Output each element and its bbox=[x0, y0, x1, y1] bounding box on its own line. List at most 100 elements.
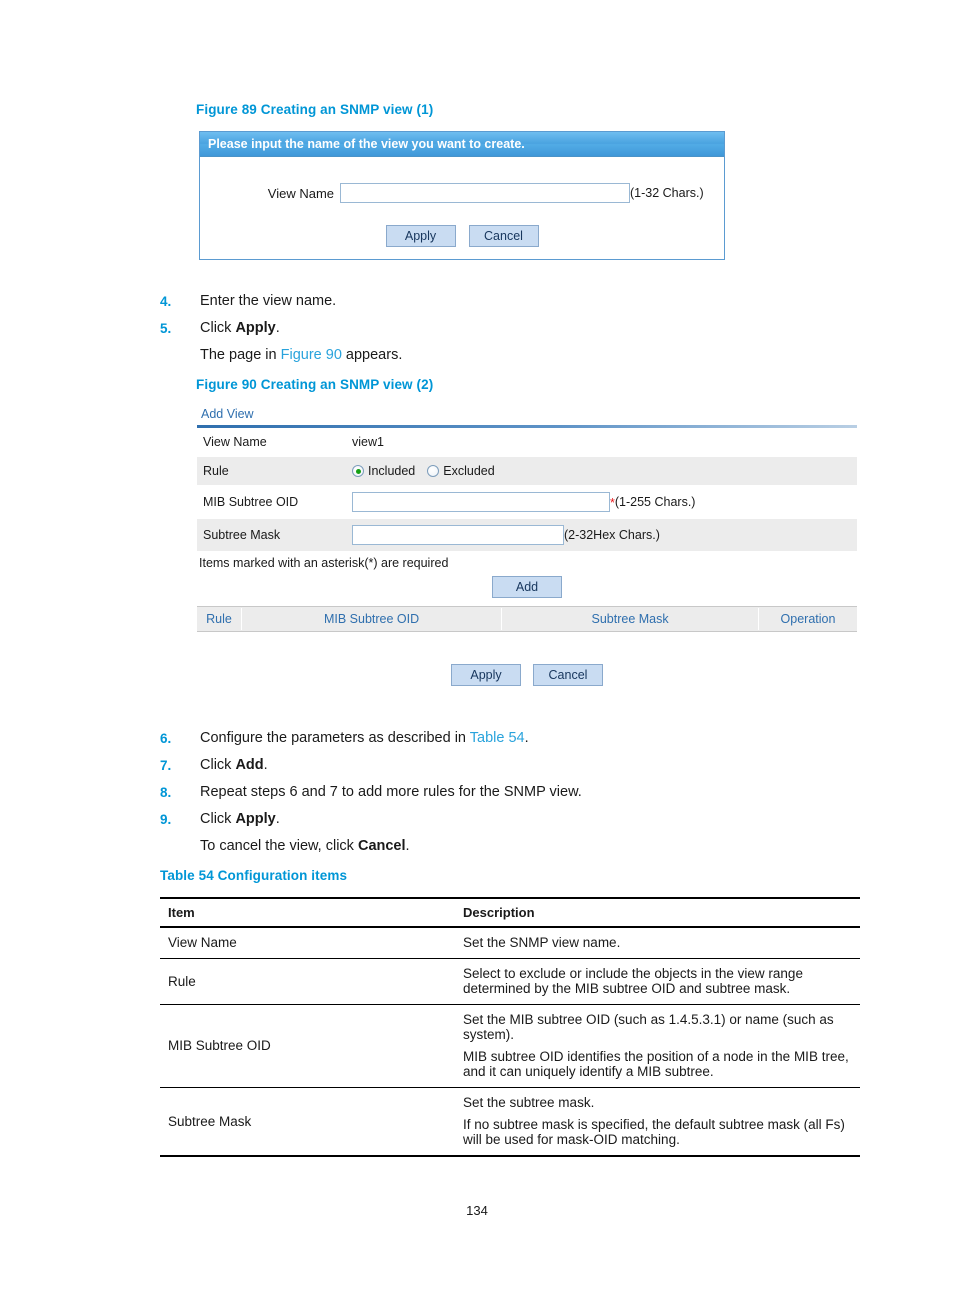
view-name-label: View Name bbox=[267, 185, 334, 201]
dialog-button-bar: Apply Cancel bbox=[200, 225, 724, 247]
panel-apply-button[interactable]: Apply bbox=[451, 664, 521, 686]
form-row-view-name: View Name view1 bbox=[197, 428, 857, 457]
rule-option-included[interactable]: Included bbox=[352, 464, 415, 478]
step-5-text: Click Apply. bbox=[200, 320, 280, 336]
cancel-button[interactable]: Cancel bbox=[468, 225, 539, 247]
column-header-rule[interactable]: Rule bbox=[197, 608, 242, 630]
row-description-mib-subtree-oid: Set the MIB subtree OID (such as 1.4.5.3… bbox=[455, 1005, 860, 1088]
snmp-view-create-dialog: Please input the name of the view you wa… bbox=[199, 131, 725, 260]
configuration-items-table: Item Description View Name Set the SNMP … bbox=[160, 897, 860, 1157]
step-9-emphasis: Apply bbox=[235, 811, 276, 827]
step-4: 4. Enter the view name. bbox=[160, 288, 402, 315]
view-name-field-label: View Name bbox=[203, 435, 267, 449]
row-description-rule: Select to exclude or include the objects… bbox=[455, 959, 860, 1005]
step-4-number: 4. bbox=[160, 294, 172, 309]
panel-button-bar: Apply Cancel bbox=[197, 632, 857, 686]
step-9-number: 9. bbox=[160, 812, 172, 827]
add-button-bar: Add bbox=[197, 570, 857, 606]
column-header-mib-subtree-oid[interactable]: MIB Subtree OID bbox=[242, 608, 503, 630]
step-6-text: Configure the parameters as described in… bbox=[200, 725, 529, 752]
table-header-row: Item Description bbox=[160, 898, 860, 927]
step-5-note-suffix: appears. bbox=[341, 347, 403, 363]
form-row-rule: Rule Included Excluded bbox=[197, 457, 857, 486]
subtree-mask-hint: (2-32Hex Chars.) bbox=[564, 528, 660, 542]
step-4-text: Enter the view name. bbox=[200, 293, 337, 309]
panel-cancel-button[interactable]: Cancel bbox=[533, 664, 603, 686]
step-7-number: 7. bbox=[160, 758, 172, 773]
step-5: 5. Click Apply. bbox=[160, 315, 402, 342]
step-7-post: . bbox=[263, 757, 268, 773]
steps-list-b: 6. Configure the parameters as described… bbox=[160, 725, 582, 860]
document-page: Figure 89 Creating an SNMP view (1) Plea… bbox=[0, 0, 954, 1296]
row-description-view-name: Set the SNMP view name. bbox=[455, 927, 860, 959]
table-row: Subtree Mask Set the subtree mask. If no… bbox=[160, 1088, 860, 1157]
table-54-caption: Table 54 Configuration items bbox=[160, 868, 348, 883]
step-9-pre: Click bbox=[200, 811, 236, 827]
step-9-post: . bbox=[275, 811, 280, 827]
step-5-number: 5. bbox=[160, 321, 172, 336]
mib-subtree-oid-hint: (1-255 Chars.) bbox=[614, 495, 696, 509]
step-8: 8. Repeat steps 6 and 7 to add more rule… bbox=[160, 779, 582, 806]
table-row: MIB Subtree OID Set the MIB subtree OID … bbox=[160, 1005, 860, 1088]
step-5-emphasis: Apply bbox=[235, 320, 276, 336]
apply-button[interactable]: Apply bbox=[385, 225, 456, 247]
desc-paragraph: Select to exclude or include the objects… bbox=[463, 966, 803, 996]
row-description-subtree-mask: Set the subtree mask. If no subtree mask… bbox=[455, 1088, 860, 1157]
radio-included-icon[interactable] bbox=[352, 465, 364, 477]
add-button[interactable]: Add bbox=[492, 576, 562, 598]
figure-89-caption: Figure 89 Creating an SNMP view (1) bbox=[196, 102, 434, 117]
radio-excluded-icon[interactable] bbox=[427, 465, 440, 477]
step-7-text: Click Add. bbox=[200, 752, 268, 779]
form-row-mib-subtree-oid: MIB Subtree OID * (1-255 Chars.) bbox=[197, 486, 857, 519]
step-7: 7. Click Add. bbox=[160, 752, 582, 779]
step-6-number: 6. bbox=[160, 731, 172, 746]
table-row: Rule Select to exclude or include the ob… bbox=[160, 959, 860, 1005]
dialog-body: View Name (1-32 Chars.) Apply Cancel bbox=[200, 157, 724, 259]
step-9-text: Click Apply. bbox=[200, 806, 280, 833]
step-6: 6. Configure the parameters as described… bbox=[160, 725, 582, 752]
dialog-header-title: Please input the name of the view you wa… bbox=[200, 132, 724, 157]
mib-subtree-oid-label: MIB Subtree OID bbox=[203, 495, 299, 509]
step-9-note-emphasis: Cancel bbox=[357, 838, 406, 854]
required-asterisk-oid: * bbox=[610, 495, 615, 510]
add-view-panel: Add View View Name view1 Rule Included E… bbox=[197, 407, 857, 686]
table-header-description: Description bbox=[463, 905, 535, 920]
desc-paragraph: MIB subtree OID identifies the position … bbox=[463, 1049, 849, 1079]
step-6-post: . bbox=[524, 730, 529, 746]
desc-paragraph: Set the subtree mask. bbox=[463, 1095, 595, 1110]
table-54-crossref[interactable]: Table 54 bbox=[470, 730, 525, 746]
row-item-mib-subtree-oid: MIB Subtree OID bbox=[168, 1038, 271, 1053]
view-name-input[interactable] bbox=[340, 183, 630, 203]
figure-90-crossref[interactable]: Figure 90 bbox=[281, 347, 342, 363]
rule-option-excluded[interactable]: Excluded bbox=[427, 464, 495, 478]
step-7-emphasis: Add bbox=[235, 757, 264, 773]
step-5-note-prefix: The page in bbox=[200, 347, 281, 363]
step-7-pre: Click bbox=[200, 757, 236, 773]
step-8-text: Repeat steps 6 and 7 to add more rules f… bbox=[200, 784, 582, 800]
row-item-subtree-mask: Subtree Mask bbox=[168, 1113, 252, 1129]
step-9-note-post: . bbox=[405, 838, 410, 854]
desc-paragraph: Set the MIB subtree OID (such as 1.4.5.3… bbox=[463, 1012, 834, 1042]
step-5-note: The page in Figure 90 appears. bbox=[160, 342, 402, 369]
view-name-field-value: view1 bbox=[352, 435, 384, 449]
view-name-row: View Name (1-32 Chars.) bbox=[200, 183, 724, 203]
step-9: 9. Click Apply. bbox=[160, 806, 582, 833]
rule-field-value: Included Excluded bbox=[352, 464, 857, 478]
view-name-hint: (1-32 Chars.) bbox=[630, 186, 704, 200]
column-header-subtree-mask[interactable]: Subtree Mask bbox=[502, 608, 759, 630]
subtree-mask-input[interactable] bbox=[352, 525, 564, 545]
mib-subtree-oid-input[interactable] bbox=[352, 492, 610, 512]
step-9-note-pre: To cancel the view, click bbox=[200, 838, 358, 854]
step-6-pre: Configure the parameters as described in bbox=[200, 730, 470, 746]
row-item-rule: Rule bbox=[168, 973, 196, 989]
add-view-tab[interactable]: Add View bbox=[197, 407, 857, 425]
row-item-view-name: View Name bbox=[168, 935, 237, 950]
form-row-subtree-mask: Subtree Mask (2-32Hex Chars.) bbox=[197, 519, 857, 552]
steps-list-a: 4. Enter the view name. 5. Click Apply. … bbox=[160, 288, 402, 369]
page-number: 134 bbox=[466, 1203, 488, 1218]
step-8-number: 8. bbox=[160, 785, 172, 800]
rule-option-excluded-label: Excluded bbox=[443, 464, 495, 478]
mib-subtree-oid-value: * (1-255 Chars.) bbox=[352, 492, 857, 512]
step-9-note: To cancel the view, click Cancel. bbox=[160, 833, 582, 860]
desc-paragraph: If no subtree mask is specified, the def… bbox=[463, 1117, 845, 1147]
